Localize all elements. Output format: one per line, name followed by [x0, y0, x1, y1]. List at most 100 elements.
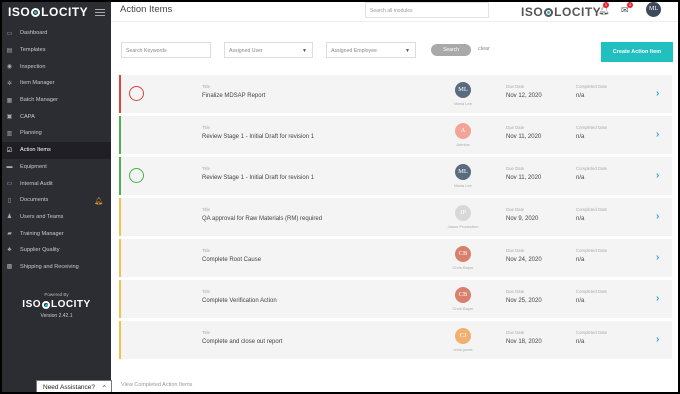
sidebar-item[interactable]: ▦ Batch Manager [2, 92, 111, 109]
caret-down-icon: ▼ [405, 48, 410, 54]
due-date-label: Due Date [506, 84, 525, 89]
title-label: Title [202, 248, 210, 253]
chevron-up-icon: ⌃ [101, 384, 107, 392]
map-icon: ▥ [6, 130, 13, 137]
powered-by-label: Powered By [44, 292, 69, 297]
assignee-avatar: CJ [455, 328, 471, 344]
chevron-right-icon[interactable]: › [656, 170, 659, 181]
chevron-right-icon[interactable]: › [656, 88, 659, 99]
sidebar-item[interactable]: ▥ Planning [2, 125, 111, 142]
clear-link[interactable]: clear [478, 46, 490, 52]
sidebar-item[interactable]: ▰ Training Manager [2, 225, 111, 242]
due-date: Nov 9, 2020 [506, 216, 539, 222]
top-header: Action Items Search all modules ISO LOCIT… [111, 2, 678, 22]
assigned-employee-select[interactable]: Assigned Employee ▼ [326, 42, 416, 58]
completed-date: n/a [576, 298, 585, 304]
chevron-right-icon[interactable]: › [656, 334, 659, 345]
chevron-right-icon[interactable]: › [656, 293, 659, 304]
sidebar-item[interactable]: ▭ Dashboard [2, 25, 111, 42]
sidebar-item[interactable]: ▭ Internal Audit [2, 175, 111, 192]
sidebar-item[interactable]: ▤ Templates [2, 42, 111, 59]
title-label: Title [202, 84, 210, 89]
sidebar-item-label: Item Manager [20, 80, 55, 87]
completed-date: n/a [576, 134, 585, 140]
item-title: Complete and close out report [202, 339, 283, 345]
assigned-user-select[interactable]: Assigned User ▼ [224, 42, 313, 58]
sidebar-item-label: Supplier Quality [20, 247, 60, 254]
powered-by-logo: ISO LOCITY [22, 299, 91, 310]
due-date: Nov 24, 2020 [506, 257, 542, 263]
keywords-input[interactable]: Search Keywords [121, 42, 211, 58]
sidebar-item[interactable]: ☑ Action Items [2, 141, 111, 159]
title-label: Title [202, 125, 210, 130]
sidebar-item[interactable]: ♣ Supplier Quality [2, 242, 111, 259]
sidebar-item-label: Dashboard [20, 30, 48, 37]
gear-icon: ✲ [6, 80, 13, 87]
sidebar: ISO LOCITY ▭ Dashboard ▤ Templates ◉ Inspectio… [2, 2, 111, 392]
app-window: ISO LOCITY ▭ Dashboard ▤ Templates ◉ Inspectio… [2, 2, 678, 392]
chevron-right-icon[interactable]: › [656, 252, 659, 263]
global-search-input[interactable]: Search all modules [365, 2, 489, 18]
sidebar-item[interactable]: ▯ Documents 🔔︎ [2, 192, 111, 209]
caret-down-icon: ▼ [302, 48, 307, 54]
tasks-badge: 4 [627, 2, 633, 8]
sidebar-item[interactable]: ◉ Inspection [2, 58, 111, 75]
user-avatar[interactable]: ML [646, 2, 661, 17]
sidebar-logo[interactable]: ISO LOCITY [8, 5, 88, 19]
completed-date-label: Completed Date [576, 125, 608, 130]
completed-date: n/a [576, 216, 585, 222]
assignee-name: Maria Lee [454, 183, 472, 188]
hamburger-icon[interactable] [95, 8, 105, 16]
supplier-icon: ♣ [7, 247, 12, 254]
sidebar-item[interactable]: ▣ CAPA [2, 108, 111, 125]
action-item-card[interactable]: Title Complete Root Cause CB Chris Bayer Due… [119, 239, 672, 277]
sidebar-item[interactable]: ♟ Users and Teams [2, 209, 111, 226]
assignee-name: Jason Production [447, 224, 479, 229]
assignee-avatar: ML [455, 164, 471, 180]
action-item-card[interactable]: Title Review Stage 1 - Initial Draft for … [119, 157, 672, 195]
documents-bell-icon: 🔔︎ [94, 197, 103, 205]
chevron-right-icon[interactable]: › [656, 129, 659, 140]
sidebar-item-label: Batch Manager [20, 97, 58, 104]
assignee-avatar: CB [455, 287, 471, 303]
status-circle-icon[interactable] [129, 86, 144, 101]
sidebar-item[interactable]: ▬ Equipment [2, 159, 111, 176]
action-item-card[interactable]: Title Review Stage 1 - Initial Draft for … [119, 116, 672, 154]
item-title: QA approval for Raw Materials (RM) requi… [202, 216, 323, 222]
chevron-right-icon[interactable]: › [656, 211, 659, 222]
view-completed-link[interactable]: View Completed Action Items [121, 382, 192, 388]
due-date-label: Due Date [506, 330, 525, 335]
title-label: Title [202, 166, 210, 171]
action-item-card[interactable]: Title Finalize MDSAP Report ML Maria Lee Due… [119, 75, 672, 113]
sidebar-item-label: Templates [20, 47, 46, 54]
templates-icon: ▤ [6, 47, 13, 54]
sidebar-item-label: Documents [20, 197, 49, 204]
sidebar-item-label: Planning [20, 130, 42, 137]
status-circle-icon[interactable] [129, 168, 144, 183]
completed-date: n/a [576, 257, 585, 263]
action-item-card[interactable]: Title QA approval for Raw Materials (RM) … [119, 198, 672, 236]
search-button[interactable]: Search [431, 44, 471, 56]
action-item-card[interactable]: Title Complete and close out report CJ chri… [119, 321, 672, 359]
sidebar-item[interactable]: ▩ Shipping and Receiving [2, 259, 111, 276]
version-label: Version 2.42.1 [40, 313, 73, 319]
sidebar-item[interactable]: ✲ Item Manager [2, 75, 111, 92]
need-assistance-button[interactable]: Need Assistance? ⌃ [36, 380, 112, 392]
assignee-avatar: A [455, 123, 471, 139]
training-icon: ▰ [7, 231, 12, 238]
due-date-label: Due Date [506, 207, 525, 212]
sidebar-item-label: Equipment [20, 163, 47, 170]
title-label: Title [202, 330, 210, 335]
action-item-card[interactable]: Title Complete Verification Action CB Chris… [119, 280, 672, 318]
capa-icon: ▣ [6, 114, 13, 121]
completed-date-label: Completed Date [576, 207, 608, 212]
item-title: Complete Root Cause [202, 257, 262, 263]
assignee-name: chris jones [453, 347, 473, 352]
create-action-item-button[interactable]: Create Action Item [601, 42, 673, 62]
due-date: Nov 25, 2020 [506, 298, 542, 304]
item-title: Complete Verification Action [202, 298, 277, 304]
batch-icon: ▦ [6, 97, 13, 104]
completed-date-label: Completed Date [576, 289, 608, 294]
sidebar-item-label: Action Items [20, 147, 51, 154]
sidebar-menu: ▭ Dashboard ▤ Templates ◉ Inspection ✲ Item Man… [2, 25, 111, 275]
